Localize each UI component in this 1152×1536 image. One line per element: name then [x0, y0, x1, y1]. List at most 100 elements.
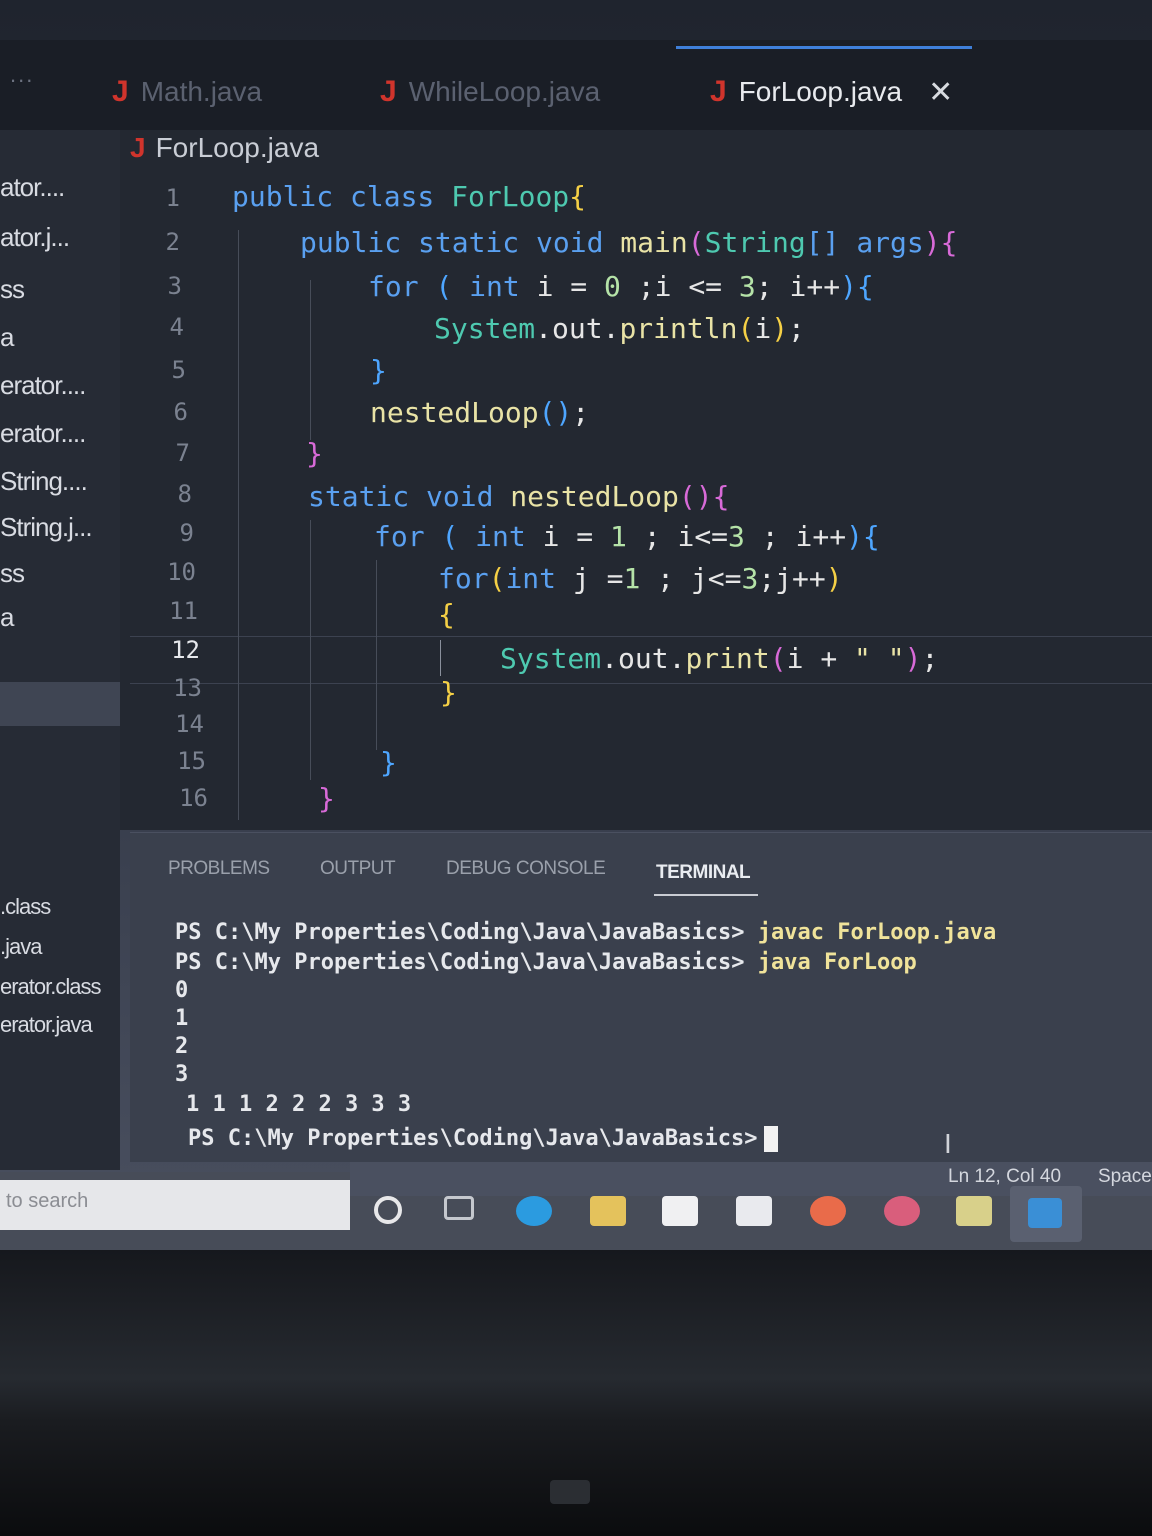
indent-guide	[238, 230, 239, 820]
tab-forloop-java[interactable]: J ForLoop.java ✕	[710, 62, 953, 122]
code-line-16[interactable]: }	[318, 782, 335, 815]
terminal-command: javac ForLoop.java	[757, 920, 997, 945]
explorer-file-item[interactable]: ss	[0, 558, 25, 589]
code-line-4[interactable]: System.out.println(i);	[434, 312, 805, 345]
terminal-cursor	[763, 1126, 778, 1152]
code-line-7[interactable]: }	[306, 437, 323, 470]
cortana-icon[interactable]	[374, 1196, 402, 1224]
explorer-file-item[interactable]: erator....	[0, 418, 86, 449]
tab-output[interactable]: OUTPUT	[320, 858, 396, 880]
terminal-output: 0	[175, 978, 189, 1003]
line-number: 7	[175, 439, 190, 467]
indent-guide	[310, 280, 311, 440]
explorer-file-item[interactable]: a	[0, 602, 15, 633]
explorer-file-item[interactable]: erator....	[0, 370, 86, 401]
java-file-icon: J	[380, 75, 397, 108]
task-view-icon[interactable]	[444, 1196, 474, 1220]
explorer-file-item[interactable]: ator.j...	[0, 222, 70, 253]
notepad-icon[interactable]	[956, 1196, 992, 1226]
tab-terminal[interactable]: TERMINAL	[656, 862, 751, 884]
terminal-output: 3	[175, 1062, 189, 1087]
breadcrumb-file: ForLoop.java	[155, 132, 320, 163]
line-number: 14	[175, 710, 204, 738]
store-icon[interactable]	[662, 1196, 698, 1226]
mouse-ibeam-cursor-icon: I	[944, 1128, 952, 1159]
terminal-prompt: PS C:\My Properties\Coding\Java\JavaBasi…	[175, 950, 758, 975]
line-number: 2	[165, 228, 180, 256]
close-icon[interactable]: ✕	[928, 75, 953, 110]
tab-label: ForLoop.java	[738, 76, 903, 107]
code-line-9[interactable]: for ( int i = 1 ; i<=3 ; i++){	[374, 520, 880, 553]
line-number: 8	[177, 480, 192, 508]
java-file-icon: J	[130, 132, 146, 163]
code-line-2[interactable]: public static void main(String[] args){	[300, 226, 957, 259]
code-line-1[interactable]: public class ForLoop{	[232, 180, 586, 213]
terminal-output: 1	[175, 1006, 189, 1031]
code-line-5[interactable]: }	[370, 354, 387, 387]
line-number: 3	[167, 272, 182, 300]
code-line-11[interactable]: {	[438, 598, 455, 631]
line-number: 9	[179, 519, 194, 547]
code-line-15[interactable]: }	[380, 746, 397, 779]
explorer-file-item[interactable]: erator.class	[0, 974, 101, 1000]
java-file-icon: J	[112, 75, 129, 108]
code-line-12[interactable]: System.out.print(i + " ");	[500, 642, 938, 675]
indent-status[interactable]: Space	[1098, 1166, 1152, 1188]
active-panel-tab-indicator	[654, 894, 758, 896]
explorer-file-item[interactable]: ator....	[0, 172, 65, 203]
line-number: 15	[177, 747, 206, 775]
code-line-13[interactable]: }	[440, 676, 457, 709]
explorer-file-item[interactable]: erator.java	[0, 1012, 93, 1038]
indent-guide	[440, 640, 441, 676]
terminal-prompt: PS C:\My Properties\Coding\Java\JavaBasi…	[175, 920, 758, 945]
line-number: 1	[165, 184, 180, 212]
active-tab-indicator	[676, 46, 972, 49]
chrome-icon[interactable]	[810, 1196, 846, 1226]
selected-explorer-row	[0, 682, 120, 726]
terminal-line[interactable]: PS C:\My Properties\Coding\Java\JavaBasi…	[175, 920, 996, 945]
explorer-file-item[interactable]: a	[0, 322, 15, 353]
more-actions-icon[interactable]: ...	[10, 62, 34, 88]
explorer-file-item[interactable]: String.j...	[0, 512, 93, 543]
tab-whileloop-java[interactable]: J WhileLoop.java	[380, 62, 600, 122]
code-line-8[interactable]: static void nestedLoop(){	[308, 480, 729, 513]
terminal-prompt: PS C:\My Properties\Coding\Java\JavaBasi…	[188, 1126, 758, 1151]
code-line-6[interactable]: nestedLoop();	[370, 396, 589, 429]
search-placeholder: to search	[6, 1190, 89, 1212]
line-number: 4	[169, 313, 184, 341]
mail-icon[interactable]	[736, 1196, 772, 1226]
line-number: 5	[171, 356, 186, 384]
tab-debug-console[interactable]: DEBUG CONSOLE	[446, 858, 606, 880]
edge-browser-icon[interactable]	[516, 1196, 552, 1226]
java-file-icon: J	[710, 75, 727, 108]
line-number: 10	[167, 558, 196, 586]
terminal-line[interactable]: PS C:\My Properties\Coding\Java\JavaBasi…	[188, 1126, 778, 1152]
explorer-file-item[interactable]: .java	[0, 934, 42, 960]
explorer-file-item[interactable]: ss	[0, 274, 25, 305]
chrome-profile-icon[interactable]	[884, 1196, 920, 1226]
file-explorer-icon[interactable]	[590, 1196, 626, 1226]
tab-label: Math.java	[140, 76, 263, 107]
vscode-icon	[1028, 1198, 1062, 1228]
line-number: 13	[173, 674, 202, 702]
line-number: 6	[173, 398, 188, 426]
breadcrumb[interactable]: J ForLoop.java	[130, 132, 319, 164]
line-number: 16	[179, 784, 208, 812]
code-line-3[interactable]: for ( int i = 0 ;i <= 3; i++){	[368, 270, 874, 303]
indent-guide	[376, 560, 377, 750]
line-number: 11	[169, 597, 198, 625]
terminal-output: 1 1 1 2 2 2 3 3 3	[186, 1092, 412, 1117]
monitor-screen: ... J Math.java J WhileLoop.java J ForLo…	[0, 0, 1152, 1250]
terminal-output: 2	[175, 1034, 189, 1059]
monitor-logo-icon	[550, 1480, 590, 1504]
code-line-10[interactable]: for(int j =1 ; j<=3;j++)	[438, 562, 843, 595]
tab-math-java[interactable]: J Math.java	[112, 62, 262, 122]
indent-guide	[310, 520, 311, 780]
tab-label: WhileLoop.java	[408, 76, 601, 107]
cursor-position-status[interactable]: Ln 12, Col 40	[948, 1166, 1061, 1188]
explorer-file-item[interactable]: .class	[0, 894, 51, 920]
explorer-file-item[interactable]: String....	[0, 466, 88, 497]
terminal-line[interactable]: PS C:\My Properties\Coding\Java\JavaBasi…	[175, 950, 917, 975]
tab-problems[interactable]: PROBLEMS	[168, 858, 270, 880]
terminal-command: java ForLoop	[757, 950, 917, 975]
